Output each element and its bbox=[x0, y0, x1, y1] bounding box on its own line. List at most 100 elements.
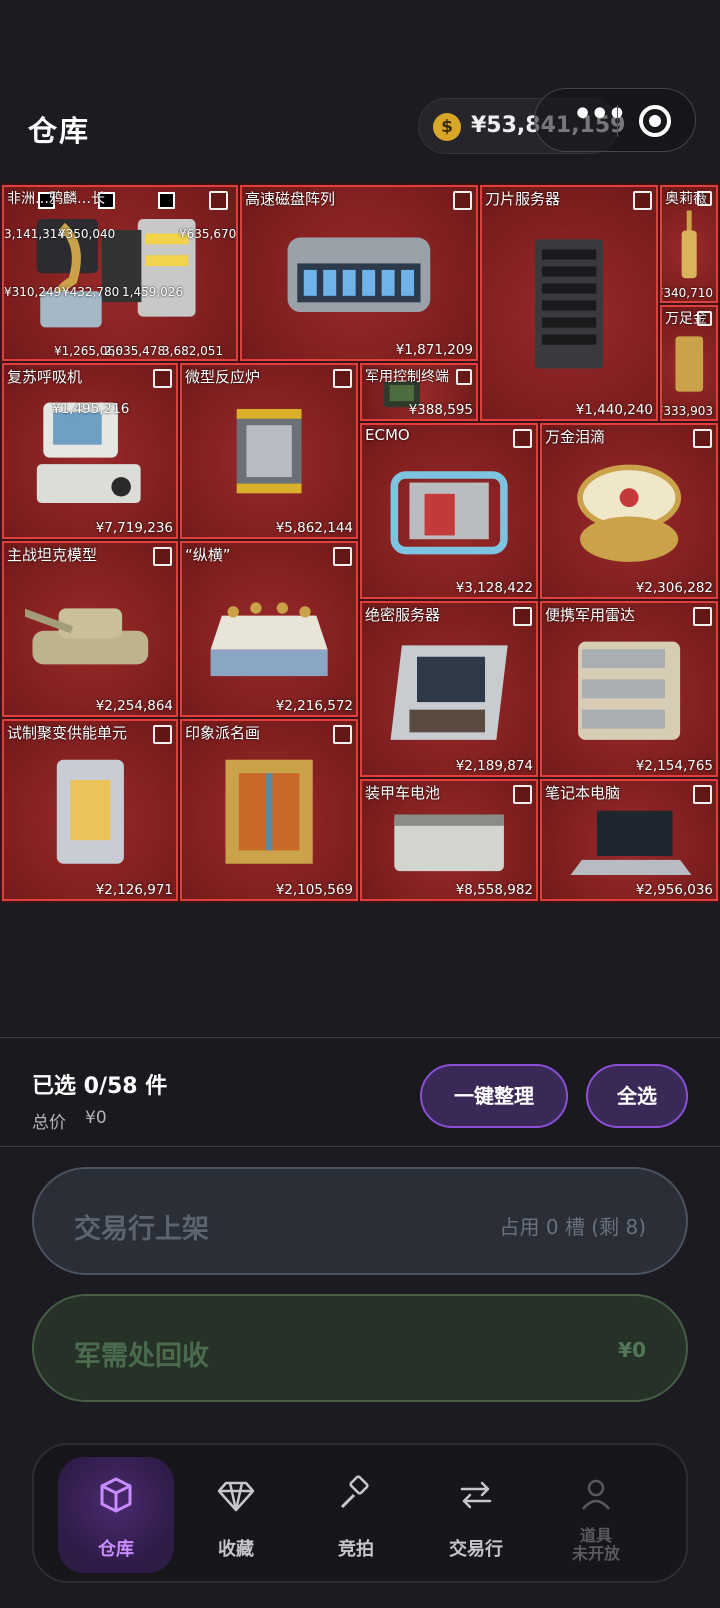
cluster-checkbox-3[interactable] bbox=[158, 192, 175, 209]
nav-label-main: 道具 bbox=[579, 1526, 612, 1545]
blade-server-image bbox=[534, 238, 604, 369]
item-price-partial: ¥1,495,216 bbox=[52, 401, 130, 417]
item-name: 军用控制终端 bbox=[365, 369, 449, 385]
item-card[interactable]: 印象派名画 ¥2,105,569 bbox=[180, 719, 358, 901]
total-price-label: 总价 bbox=[32, 1113, 66, 1133]
item-price: ¥2,254,864 bbox=[95, 698, 173, 714]
item-name: 万金泪滴 bbox=[545, 428, 606, 446]
tank-model-image bbox=[24, 608, 148, 665]
capsule-divider bbox=[617, 105, 618, 137]
item-checkbox[interactable] bbox=[153, 547, 172, 566]
item-checkbox[interactable] bbox=[153, 725, 172, 744]
chess-board-image bbox=[210, 602, 328, 677]
item-checkbox[interactable] bbox=[693, 607, 712, 626]
item-name: 绝密服务器 bbox=[365, 606, 441, 624]
champagne-bottle-image bbox=[681, 210, 697, 278]
item-overlap-cluster[interactable]: 非洲…鸦麟…长 3,141,314 ¥350,040 ¥635,670 ¥310… bbox=[2, 185, 238, 361]
market-list-button[interactable]: 交易行上架 占用 0 槽 (剩 8) bbox=[32, 1167, 688, 1275]
item-price: ¥2,956,036 bbox=[635, 882, 713, 898]
item-checkbox[interactable] bbox=[513, 429, 532, 448]
item-checkbox[interactable] bbox=[333, 369, 352, 388]
item-card[interactable]: 高速磁盘阵列 ¥1,871,209 bbox=[240, 185, 478, 361]
item-checkbox[interactable] bbox=[333, 547, 352, 566]
item-card[interactable]: 微型反应炉 ¥5,862,144 bbox=[180, 363, 358, 539]
item-price: ¥1,871,209 bbox=[395, 342, 473, 358]
cluster-label-top: 非洲…鸦麟…长 bbox=[7, 191, 105, 207]
nav-label: 收藏 bbox=[218, 1539, 254, 1560]
item-checkbox[interactable] bbox=[693, 429, 712, 448]
nav-item-warehouse[interactable]: 仓库 bbox=[58, 1457, 174, 1573]
item-checkbox[interactable] bbox=[633, 191, 652, 210]
item-price: ¥2,216,572 bbox=[275, 698, 353, 714]
reactor-image bbox=[236, 408, 302, 494]
nav-label: 道具 未开放 bbox=[538, 1527, 654, 1563]
item-card[interactable]: 万金泪滴 ¥2,306,282 bbox=[540, 423, 718, 599]
item-checkbox[interactable] bbox=[513, 785, 532, 804]
bottom-nav: 仓库 收藏 竞拍 交易行 道具 未开放 bbox=[32, 1443, 688, 1583]
recycle-button[interactable]: 军需处回收 ¥0 bbox=[32, 1294, 688, 1402]
item-card[interactable]: 便携军用雷达 ¥2,154,765 bbox=[540, 601, 718, 777]
item-checkbox[interactable] bbox=[153, 369, 172, 388]
cluster-label: 2,035,478 bbox=[104, 344, 166, 358]
item-checkbox[interactable] bbox=[693, 785, 712, 804]
nav-label-sub: 未开放 bbox=[571, 1544, 620, 1563]
item-price: ¥340,710 bbox=[660, 286, 713, 300]
nav-item-exchange[interactable]: 交易行 bbox=[418, 1457, 534, 1573]
nav-item-auction[interactable]: 竞拍 bbox=[298, 1457, 414, 1573]
nav-item-collection[interactable]: 收藏 bbox=[178, 1457, 294, 1573]
item-name: 装甲车电池 bbox=[365, 784, 441, 802]
target-icon[interactable] bbox=[639, 105, 671, 137]
market-list-label: 交易行上架 bbox=[74, 1214, 209, 1245]
recycle-value: ¥0 bbox=[618, 1338, 646, 1362]
item-checkbox[interactable] bbox=[456, 369, 472, 385]
inventory-grid: 非洲…鸦麟…长 3,141,314 ¥350,040 ¥635,670 ¥310… bbox=[0, 183, 720, 903]
item-price: ¥2,154,765 bbox=[635, 758, 713, 774]
item-card[interactable]: 笔记本电脑 ¥2,956,036 bbox=[540, 779, 718, 901]
person-icon bbox=[582, 1479, 610, 1510]
item-checkbox[interactable] bbox=[697, 311, 712, 326]
item-name: 高速磁盘阵列 bbox=[245, 190, 336, 208]
item-checkbox[interactable] bbox=[453, 191, 472, 210]
item-price: ¥2,306,282 bbox=[635, 580, 713, 596]
total-price-value: ¥0 bbox=[85, 1108, 107, 1128]
item-name: 印象派名画 bbox=[185, 724, 261, 742]
cluster-checkbox-4[interactable] bbox=[209, 191, 228, 210]
select-all-button[interactable]: 全选 bbox=[586, 1064, 688, 1128]
item-price: ¥2,105,569 bbox=[275, 882, 353, 898]
market-slot-status: 占用 0 槽 (剩 8) bbox=[499, 1215, 646, 1239]
item-cluster-image bbox=[36, 218, 196, 328]
item-card[interactable]: 万足金 ¥333,903 bbox=[660, 305, 718, 421]
item-name: 微型反应炉 bbox=[185, 368, 261, 386]
jeweled-egg-image bbox=[577, 464, 681, 562]
item-price: ¥2,126,971 bbox=[95, 882, 173, 898]
nav-label: 仓库 bbox=[98, 1539, 134, 1560]
item-checkbox[interactable] bbox=[513, 607, 532, 626]
exchange-icon bbox=[460, 1481, 492, 1509]
item-card[interactable]: 刀片服务器 ¥1,440,240 bbox=[480, 185, 658, 421]
selection-bar: 已选 0/58 件 总价 ¥0 一键整理 全选 bbox=[0, 1037, 720, 1147]
item-card[interactable]: 军用控制终端 ¥388,595 bbox=[360, 363, 478, 421]
item-name: “纵横” bbox=[185, 546, 231, 564]
cluster-label: ¥310,249 bbox=[4, 285, 62, 299]
item-price: ¥333,903 bbox=[660, 404, 713, 418]
portable-radar-image bbox=[577, 641, 680, 740]
item-card[interactable]: 奥莉薇 ¥340,710 bbox=[660, 185, 718, 303]
item-card[interactable]: 主战坦克模型 ¥2,254,864 bbox=[2, 541, 178, 717]
item-price: ¥5,862,144 bbox=[275, 520, 353, 536]
item-price: ¥3,128,422 bbox=[455, 580, 533, 596]
item-card[interactable]: 装甲车电池 ¥8,558,982 bbox=[360, 779, 538, 901]
item-card[interactable]: 复苏呼吸机 ¥1,495,216 ¥7,719,236 bbox=[2, 363, 178, 539]
cluster-label: ¥350,040 bbox=[58, 227, 116, 241]
box-icon bbox=[100, 1477, 132, 1513]
item-checkbox[interactable] bbox=[697, 191, 712, 206]
cluster-label: ¥432,780 bbox=[62, 285, 120, 299]
item-card[interactable]: 绝密服务器 ¥2,189,874 bbox=[360, 601, 538, 777]
organize-button[interactable]: 一键整理 bbox=[420, 1064, 568, 1128]
item-card[interactable]: “纵横” ¥2,216,572 bbox=[180, 541, 358, 717]
item-price: ¥2,189,874 bbox=[455, 758, 533, 774]
item-card[interactable]: ECMO ¥3,128,422 bbox=[360, 423, 538, 599]
page-title: 仓库 bbox=[28, 114, 91, 148]
item-card[interactable]: 试制聚变供能单元 ¥2,126,971 bbox=[2, 719, 178, 901]
item-checkbox[interactable] bbox=[333, 725, 352, 744]
fusion-unit-image bbox=[56, 759, 124, 864]
